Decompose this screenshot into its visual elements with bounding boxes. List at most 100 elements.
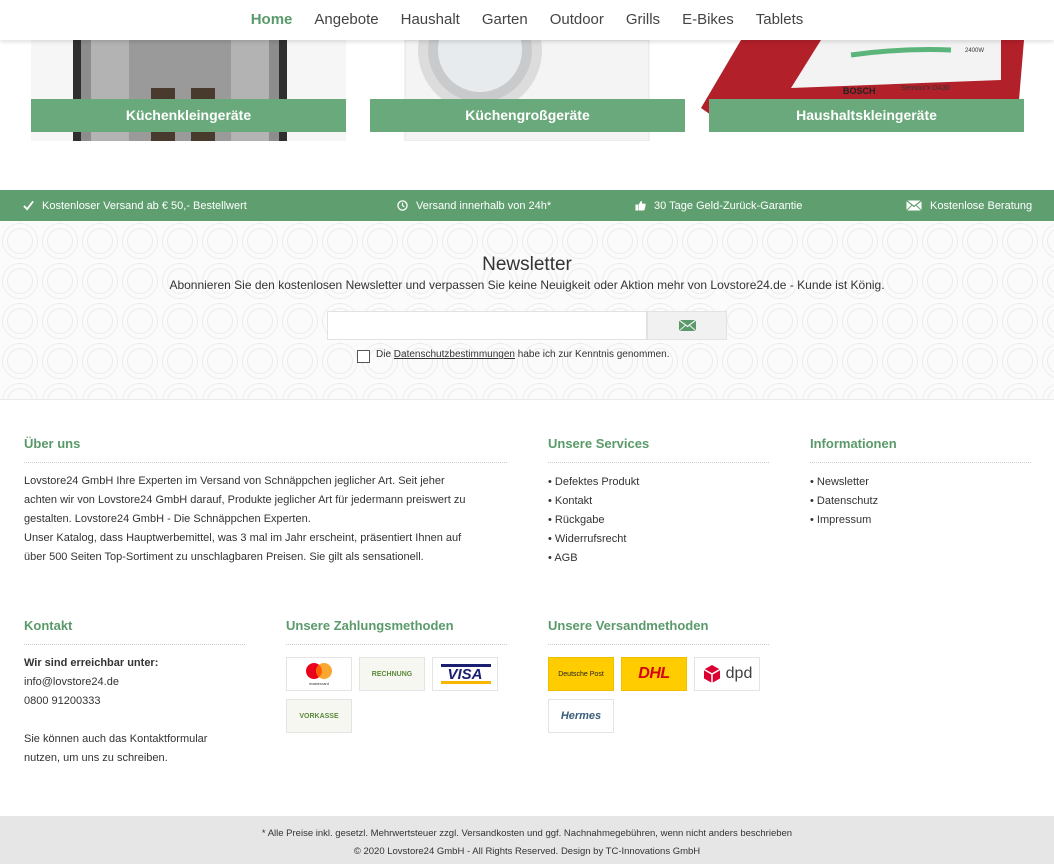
consent-text-after: habe ich zur Kenntnis genommen. [517, 349, 670, 360]
check-icon [23, 200, 34, 211]
copyright-text: © 2020 Lovstore24 GmbH - All Rights Rese… [353, 846, 701, 857]
newsletter-title: Newsletter [482, 254, 572, 275]
hermes-label: Hermes [560, 710, 602, 722]
category-label: Haushaltskleingeräte [709, 99, 1024, 132]
nav-garten[interactable]: Garten [482, 1, 528, 39]
iron-model-text: Sensixx'x DA30 [901, 85, 950, 92]
privacy-consent-label: Die Datenschutzbestimmungen habe ich zur… [376, 349, 670, 360]
rechnung-label: RECHNUNG [371, 670, 413, 678]
benefit-consulting: Kostenlose Beratung [906, 190, 1032, 221]
legal-footer: * Alle Preise inkl. gesetzl. Mehrwertste… [0, 816, 1054, 864]
footer-about-heading: Über uns [24, 436, 507, 463]
contact-reach-label: Wir sind erreichbar unter: [24, 657, 159, 669]
legal-price-note: * Alle Preise inkl. gesetzl. Mehrwertste… [261, 828, 793, 839]
category-kuechengrossgeraete[interactable]: Küchengroßgeräte [370, 40, 685, 141]
nav-outdoor[interactable]: Outdoor [550, 1, 604, 39]
newsletter-submit-button[interactable] [647, 311, 727, 340]
benefit-text: Kostenlose Beratung [930, 199, 1033, 212]
service-link-return[interactable]: Rückgabe [548, 511, 769, 530]
info-link-privacy[interactable]: Datenschutz [810, 492, 1031, 511]
about-line: Lovstore24 GmbH Ihre Experten im Versand… [24, 475, 445, 487]
newsletter-email-input[interactable] [327, 311, 647, 340]
dhl-label: DHL [638, 665, 670, 682]
vorkasse-label: VORKASSE [299, 712, 339, 720]
info-link-newsletter[interactable]: Newsletter [810, 473, 1031, 492]
contact-spacer [24, 711, 245, 730]
contact-phone[interactable]: 0800 91200333 [24, 692, 245, 711]
about-line: gestalten. Lovstore24 GmbH - Die Schnäpp… [24, 513, 311, 525]
nav-ebikes[interactable]: E-Bikes [682, 1, 734, 39]
footer-payment-heading: Unsere Zahlungsmethoden [286, 618, 507, 645]
thumbs-up-icon [635, 200, 646, 211]
iron-watt-text: 2400W [965, 48, 984, 54]
benefit-text: Versand innerhalb von 24h* [416, 199, 552, 212]
newsletter-section: Newsletter Abonnieren Sie den kostenlose… [0, 221, 1054, 400]
category-haushaltskleingeraete[interactable]: BOSCH Sensixx'x DA30 2400W Haushaltsklei… [701, 40, 1024, 141]
newsletter-subtitle: Abonnieren Sie den kostenlosen Newslette… [169, 278, 885, 292]
clock-icon [397, 200, 408, 211]
category-kuechenkleingeraete[interactable]: Küchenkleingeräte [31, 40, 346, 141]
nav-home[interactable]: Home [251, 1, 293, 39]
dhl-logo: DHL [621, 657, 687, 691]
info-link-imprint[interactable]: Impressum [810, 511, 1031, 530]
footer-contact-heading: Kontakt [24, 618, 245, 645]
footer-info: Informationen Newsletter Datenschutz Imp… [810, 436, 1031, 530]
hermes-logo: Hermes [548, 699, 614, 733]
footer-shipping: Unsere Versandmethoden [548, 618, 769, 645]
nav-haushalt[interactable]: Haushalt [401, 1, 460, 39]
footer-payment: Unsere Zahlungsmethoden [286, 618, 507, 645]
visa-stripe-bottom [441, 681, 491, 684]
privacy-policy-link[interactable]: Datenschutzbestimmungen [394, 349, 515, 360]
benefit-shipping-24h: Versand innerhalb von 24h* [397, 190, 551, 221]
deutsche-post-logo: Deutsche Post [548, 657, 614, 691]
vorkasse-logo: VORKASSE [286, 699, 352, 733]
envelope-icon [906, 200, 922, 211]
dpd-label: dpd [725, 665, 753, 682]
contact-form-hint: nutzen, um uns zu schreiben. [24, 752, 168, 764]
category-label: Küchenkleingeräte [31, 99, 346, 132]
nav-grills[interactable]: Grills [626, 1, 660, 39]
footer-contact: Kontakt Wir sind erreichbar unter: info@… [24, 618, 245, 768]
dpd-logo: dpd [694, 657, 760, 691]
about-line: achten wir von Lovstore24 GmbH darauf, P… [24, 494, 466, 506]
benefit-text: Kostenloser Versand ab € 50,- Bestellwer… [42, 199, 247, 212]
consent-text-before: Die [376, 349, 392, 360]
visa-label: VISA [447, 665, 483, 683]
benefit-free-shipping: Kostenloser Versand ab € 50,- Bestellwer… [23, 190, 247, 221]
footer-services-heading: Unsere Services [548, 436, 769, 463]
dpd-cube-icon [703, 665, 721, 683]
main-nav: Home Angebote Haushalt Garten Outdoor Gr… [0, 0, 1054, 40]
contact-email-link[interactable]: info@lovstore24.de [24, 673, 245, 692]
deutsche-post-label: Deutsche Post [558, 670, 604, 678]
contact-details: Wir sind erreichbar unter: info@lovstore… [24, 654, 245, 768]
rechnung-logo: RECHNUNG [359, 657, 425, 691]
nav-tablets[interactable]: Tablets [756, 1, 804, 39]
benefit-text: 30 Tage Geld-Zurück-Garantie [654, 199, 803, 212]
visa-stripe-top [441, 664, 491, 667]
service-link-agb[interactable]: AGB [548, 549, 769, 568]
mastercard-label: mastercard [309, 681, 329, 686]
category-label: Küchengroßgeräte [370, 99, 685, 132]
info-list: Newsletter Datenschutz Impressum [810, 473, 1031, 530]
footer-shipping-heading: Unsere Versandmethoden [548, 618, 769, 645]
about-line: über 500 Seiten Top-Sortiment zu unschla… [24, 551, 424, 563]
service-link-withdrawal[interactable]: Widerrufsrecht [548, 530, 769, 549]
iron-brand-text: BOSCH [843, 86, 876, 96]
footer-about-text: Lovstore24 GmbH Ihre Experten im Versand… [24, 472, 507, 567]
envelope-icon [678, 320, 696, 331]
footer-services: Unsere Services Defektes Produkt Kontakt… [548, 436, 769, 568]
service-link-defective[interactable]: Defektes Produkt [548, 473, 769, 492]
benefit-money-back: 30 Tage Geld-Zurück-Garantie [635, 190, 802, 221]
about-line: Unser Katalog, dass Hauptwerbemittel, wa… [24, 532, 462, 544]
footer-info-heading: Informationen [810, 436, 1031, 463]
contact-form-hint: Sie können auch das Kontaktformular [24, 733, 208, 745]
visa-logo: VISA [432, 657, 498, 691]
footer-about: Über uns Lovstore24 GmbH Ihre Experten i… [24, 436, 507, 567]
mastercard-logo: mastercard [286, 657, 352, 691]
privacy-consent-checkbox[interactable] [357, 350, 370, 363]
nav-angebote[interactable]: Angebote [314, 1, 378, 39]
services-list: Defektes Produkt Kontakt Rückgabe Widerr… [548, 473, 769, 568]
category-teasers: Küchenkleingeräte Küchengroßgeräte BOSCH… [0, 40, 1054, 160]
service-link-contact[interactable]: Kontakt [548, 492, 769, 511]
benefits-bar: Kostenloser Versand ab € 50,- Bestellwer… [0, 190, 1054, 221]
